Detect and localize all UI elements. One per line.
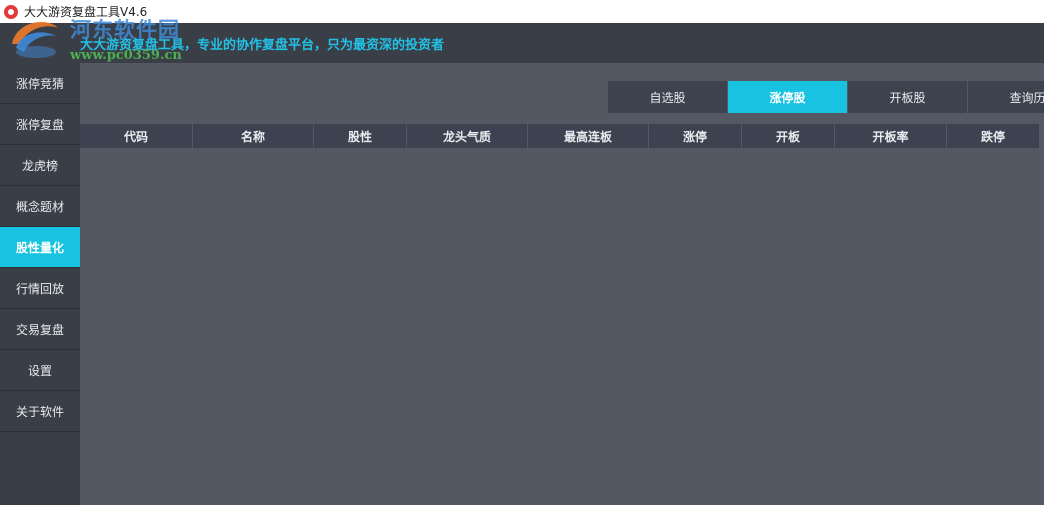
sidebar-item-about[interactable]: 关于软件 bbox=[0, 391, 80, 432]
title-bar: 大大游资复盘工具V4.6 bbox=[0, 0, 1044, 23]
column-header-name[interactable]: 名称 bbox=[193, 124, 314, 148]
column-header-max-consecutive-limit[interactable]: 最高连板 bbox=[528, 124, 649, 148]
column-header-limit-up[interactable]: 涨停 bbox=[649, 124, 742, 148]
sidebar-item-limit-up-review[interactable]: 涨停复盘 bbox=[0, 104, 80, 145]
sidebar-item-market-replay[interactable]: 行情回放 bbox=[0, 268, 80, 309]
window-title: 大大游资复盘工具V4.6 bbox=[24, 5, 148, 19]
app-header: 大大游资复盘工具，专业的协作复盘平台，只为最资深的投资者 bbox=[0, 23, 1044, 63]
sidebar-item-limit-up-guess[interactable]: 涨停竞猜 bbox=[0, 63, 80, 104]
main-content: 自选股 涨停股 开板股 查询历 代码 名称 股性 龙头气质 最高连板 涨停 开板… bbox=[80, 63, 1044, 505]
header-slogan: 大大游资复盘工具，专业的协作复盘平台，只为最资深的投资者 bbox=[80, 38, 445, 53]
sidebar-item-concept-themes[interactable]: 概念题材 bbox=[0, 186, 80, 227]
column-header-limit-down[interactable]: 跌停 bbox=[947, 124, 1040, 148]
sidebar-item-settings[interactable]: 设置 bbox=[0, 350, 80, 391]
column-header-board-open[interactable]: 开板 bbox=[742, 124, 835, 148]
tab-limit-up-stocks[interactable]: 涨停股 bbox=[728, 81, 848, 113]
column-header-board-open-rate[interactable]: 开板率 bbox=[835, 124, 947, 148]
column-header-leader-quality[interactable]: 龙头气质 bbox=[407, 124, 528, 148]
tab-query-history[interactable]: 查询历 bbox=[968, 81, 1044, 113]
column-header-stock-character[interactable]: 股性 bbox=[314, 124, 407, 148]
tab-opened-board-stocks[interactable]: 开板股 bbox=[848, 81, 968, 113]
sidebar-item-trade-review[interactable]: 交易复盘 bbox=[0, 309, 80, 350]
sidebar-item-dragon-tiger-list[interactable]: 龙虎榜 bbox=[0, 145, 80, 186]
table-header: 代码 名称 股性 龙头气质 最高连板 涨停 开板 开板率 跌停 bbox=[80, 124, 1040, 148]
sidebar-item-stock-quantify[interactable]: 股性量化 bbox=[0, 227, 80, 268]
tab-bar: 自选股 涨停股 开板股 查询历 bbox=[608, 81, 1044, 113]
tab-watchlist[interactable]: 自选股 bbox=[608, 81, 728, 113]
sidebar: 涨停竞猜 涨停复盘 龙虎榜 概念题材 股性量化 行情回放 交易复盘 设置 关于软… bbox=[0, 63, 80, 505]
column-header-code[interactable]: 代码 bbox=[80, 124, 193, 148]
app-logo-icon bbox=[4, 4, 18, 19]
